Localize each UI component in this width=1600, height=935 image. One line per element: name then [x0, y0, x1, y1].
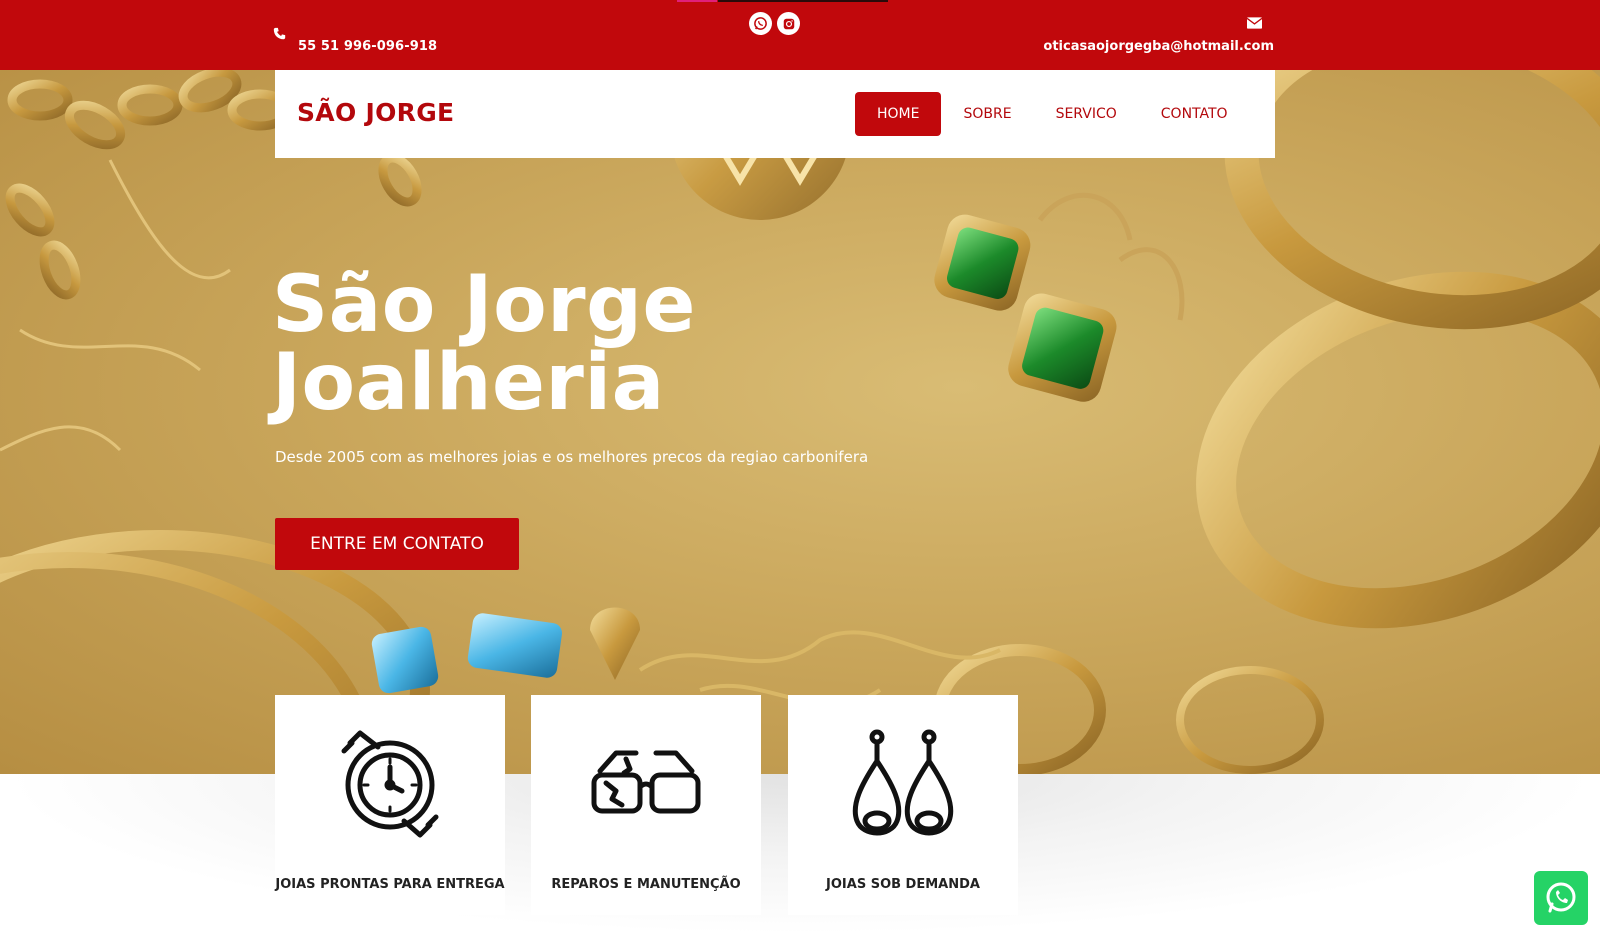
watch-icon — [341, 730, 439, 838]
social-links — [749, 12, 800, 35]
phone-number[interactable]: 55 51 996-096-918 — [298, 39, 437, 54]
nav-home[interactable]: HOME — [855, 92, 942, 136]
hero-title-line-1: São Jorge — [272, 260, 696, 350]
email-address[interactable]: oticasaojorgegba@hotmail.com — [1043, 39, 1274, 54]
service-card-on-demand[interactable]: JOIAS SOB DEMANDA — [788, 695, 1018, 915]
service-card-repairs[interactable]: REPAROS E MANUTENÇÃO — [531, 695, 761, 915]
nav-contato[interactable]: CONTATO — [1139, 92, 1250, 136]
service-label: JOIAS SOB DEMANDA — [826, 877, 980, 892]
top-accent-line-dark — [718, 0, 888, 2]
whatsapp-float-button[interactable] — [1534, 871, 1588, 925]
top-accent-line — [677, 0, 717, 2]
instagram-icon[interactable] — [777, 12, 800, 35]
nav-links: HOME SOBRE SERVICO CONTATO — [855, 92, 1250, 136]
broken-glasses-icon — [591, 750, 701, 814]
envelope-icon — [1247, 17, 1262, 29]
contact-cta-button[interactable]: ENTRE EM CONTATO — [275, 518, 519, 570]
main-navbar: SÃO JORGE HOME SOBRE SERVICO CONTATO — [275, 70, 1275, 158]
phone-icon — [273, 27, 286, 40]
top-contact-bar: 55 51 996-096-918 oticasaojorgegba@hotma… — [0, 0, 1600, 70]
service-card-ready-jewelry[interactable]: JOIAS PRONTAS PARA ENTREGA — [275, 695, 505, 915]
nav-sobre[interactable]: SOBRE — [941, 92, 1033, 136]
hero-section — [0, 70, 1600, 774]
jewelry-background-image — [0, 70, 1600, 774]
hero-subtitle: Desde 2005 com as melhores joias e os me… — [275, 448, 869, 466]
hero-title: São Jorge Joalheria — [272, 266, 696, 422]
brand-logo[interactable]: SÃO JORGE — [297, 98, 454, 127]
service-label: REPAROS E MANUTENÇÃO — [551, 877, 741, 892]
whatsapp-icon — [1546, 882, 1576, 913]
hero-title-line-2: Joalheria — [272, 338, 665, 428]
whatsapp-icon[interactable] — [749, 12, 772, 35]
service-label: JOIAS PRONTAS PARA ENTREGA — [275, 877, 505, 892]
earrings-icon — [852, 729, 954, 836]
nav-servico[interactable]: SERVICO — [1034, 92, 1139, 136]
